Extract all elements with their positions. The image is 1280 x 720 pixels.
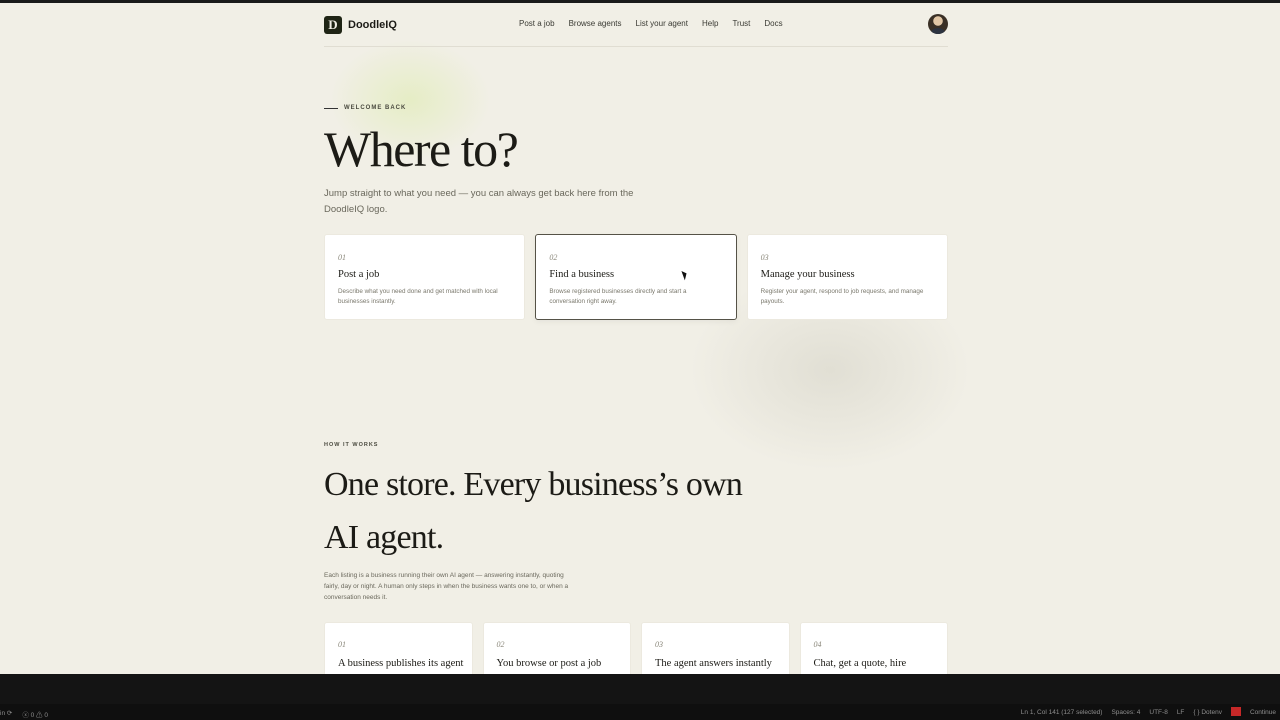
status-bar-right: Ln 1, Col 141 (127 selected) Spaces: 4 U…: [1021, 707, 1276, 716]
encoding[interactable]: UTF-8: [1149, 709, 1167, 716]
card-find-a-business[interactable]: 02 Find a business Browse registered bus…: [535, 234, 737, 320]
logo[interactable]: D DoodleIQ: [324, 16, 397, 34]
hero-subtitle: Jump straight to what you need — you can…: [324, 188, 634, 215]
user-avatar[interactable]: [928, 14, 948, 34]
card-description: Describe what you need done and get matc…: [338, 288, 498, 305]
nav-link-post-a-job[interactable]: Post a job: [519, 19, 555, 28]
page-title: Where to?: [324, 121, 519, 177]
card-number: 01: [338, 253, 346, 262]
cursor-position[interactable]: Ln 1, Col 141 (127 selected): [1021, 709, 1103, 716]
step-title: A business publishes its agent: [338, 658, 464, 669]
eyebrow-dash: [324, 107, 338, 109]
nav-link-browse-agents[interactable]: Browse agents: [569, 19, 622, 28]
card-post-a-job[interactable]: 01 Post a job Describe what you need don…: [324, 234, 526, 320]
card-title: Manage your business: [760, 269, 855, 280]
status-bar-left: in ⟳ ⓧ 0 ⚠ 0: [0, 709, 48, 719]
problems-count[interactable]: ⓧ 0 ⚠ 0: [22, 709, 48, 719]
notifications-icon[interactable]: [1230, 707, 1241, 716]
status-bar: in ⟳ ⓧ 0 ⚠ 0 Ln 1, Col 141 (127 selected…: [0, 704, 1280, 720]
card-description: Register your agent, respond to job requ…: [760, 288, 924, 305]
how-it-works-steps: 01 A business publishes its agent 02 You…: [324, 622, 948, 682]
step-card: 01 A business publishes its agent: [324, 622, 473, 682]
step-number: 04: [813, 640, 822, 649]
nav-link-list-your-agent[interactable]: List your agent: [636, 19, 688, 28]
window-top-edge: [0, 0, 1280, 3]
step-card: 04 Chat, get a quote, hire: [799, 622, 948, 682]
nav-link-help[interactable]: Help: [702, 19, 718, 28]
line-ending[interactable]: LF: [1177, 709, 1185, 716]
logo-mark-icon: D: [324, 16, 342, 34]
section-title: One store. Every business’s own AI agent…: [324, 466, 743, 556]
brand-name: DoodleIQ: [348, 19, 397, 31]
step-title: Chat, get a quote, hire: [813, 658, 907, 669]
editor-panel: [0, 674, 1280, 704]
step-card: 02 You browse or post a job: [482, 622, 631, 682]
hero-eyebrow: WELCOME BACK: [324, 105, 406, 111]
step-card: 03 The agent answers instantly: [641, 622, 790, 682]
nav-link-trust[interactable]: Trust: [732, 19, 750, 28]
step-number: 02: [496, 640, 505, 649]
step-title: You browse or post a job: [496, 658, 602, 669]
action-cards: 01 Post a job Describe what you need don…: [324, 234, 948, 320]
top-nav: D DoodleIQ Post a job Browse agents List…: [324, 14, 948, 47]
language-mode[interactable]: { } Dotenv: [1193, 709, 1222, 716]
step-number: 03: [655, 640, 663, 649]
card-description: Browse registered businesses directly an…: [549, 288, 687, 305]
card-number: 02: [549, 253, 558, 262]
continue-button[interactable]: Continue: [1250, 709, 1276, 716]
indentation[interactable]: Spaces: 4: [1111, 709, 1140, 716]
section-eyebrow: HOW IT WORKS: [324, 442, 379, 448]
card-title: Post a job: [338, 269, 380, 280]
hero-eyebrow-text: WELCOME BACK: [344, 105, 407, 111]
card-manage-your-business[interactable]: 03 Manage your business Register your ag…: [746, 234, 948, 320]
step-title: The agent answers instantly: [655, 658, 772, 669]
nav-link-docs[interactable]: Docs: [764, 19, 782, 28]
step-number: 01: [338, 640, 346, 649]
card-number: 03: [760, 253, 769, 262]
branch-sync-status[interactable]: in ⟳: [0, 709, 12, 719]
card-title: Find a business: [549, 269, 615, 280]
section-description: Each listing is a business running their…: [324, 572, 569, 601]
nav-links: Post a job Browse agents List your agent…: [519, 19, 783, 28]
